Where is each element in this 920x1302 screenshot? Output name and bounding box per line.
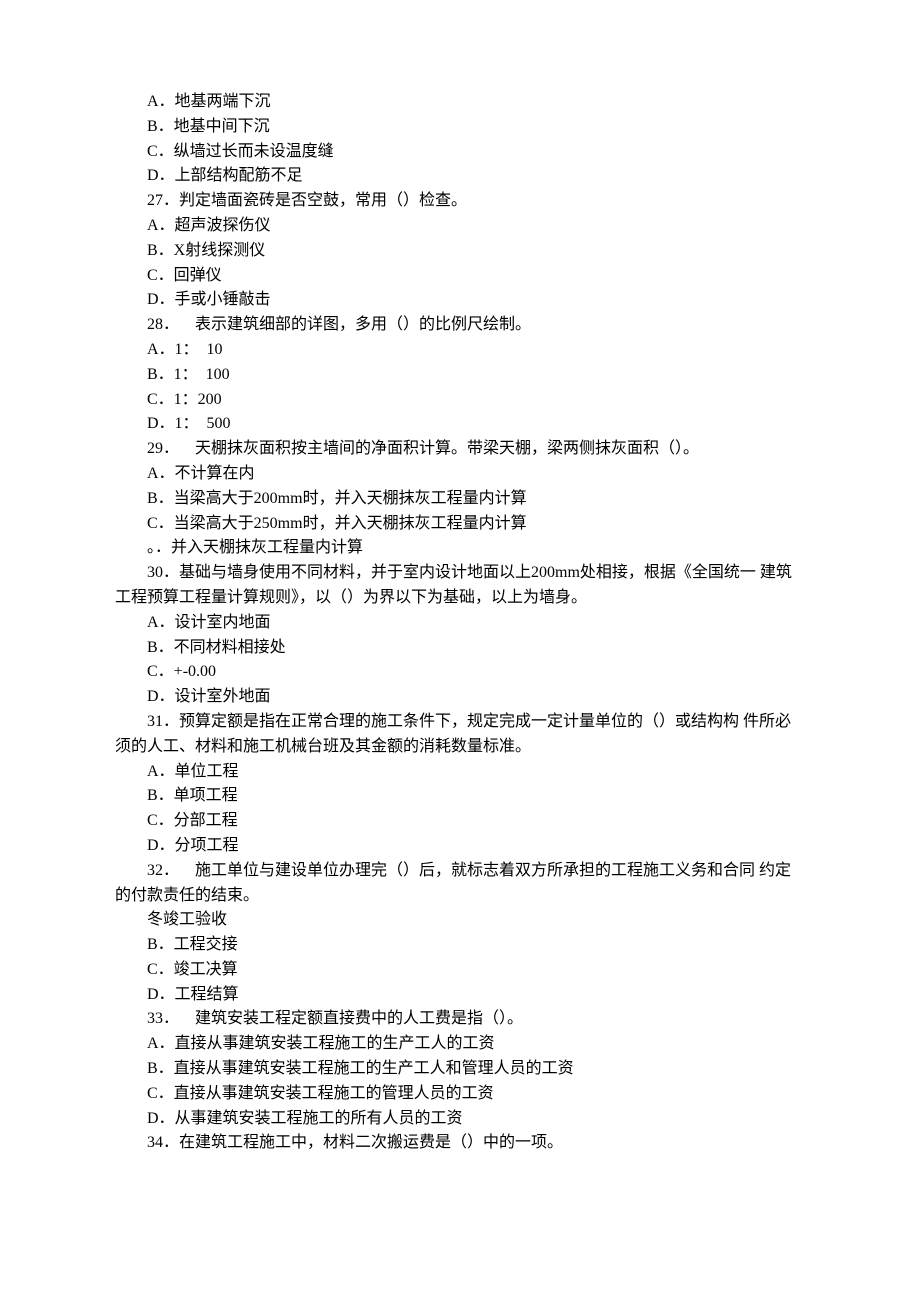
text-line: C．直接从事建筑安装工程施工的管理人员的工资 [115, 1082, 805, 1107]
text-line: 冬竣工验收 [115, 908, 805, 933]
text-line: A．单位工程 [115, 760, 805, 785]
text-line: D．工程结算 [115, 983, 805, 1008]
text-line: C．当梁高大于250mm时，并入天棚抹灰工程量内计算 [115, 512, 805, 537]
text-line: 。．并入天棚抹灰工程量内计算 [115, 536, 805, 561]
text-line: B．单项工程 [115, 784, 805, 809]
text-line: 32． 施工单位与建设单位办理完（）后，就标志着双方所承担的工程施工义务和合同 … [115, 859, 805, 909]
text-line: 34．在建筑工程施工中，材料二次搬运费是（）中的一项。 [115, 1131, 805, 1156]
text-line: D．1： 500 [115, 412, 805, 437]
text-line: B．1： 100 [115, 363, 805, 388]
text-line: 27．判定墙面瓷砖是否空鼓，常用（）检查。 [115, 189, 805, 214]
text-line: C．+-0.00 [115, 660, 805, 685]
text-line: C．竣工决算 [115, 958, 805, 983]
text-line: D．手或小锤敲击 [115, 288, 805, 313]
text-line: D．分项工程 [115, 834, 805, 859]
text-line: 31．预算定额是指在正常合理的施工条件下，规定完成一定计量单位的（）或结构构 件… [115, 710, 805, 760]
text-line: C．回弹仪 [115, 264, 805, 289]
text-line: C．纵墙过长而未设温度缝 [115, 140, 805, 165]
text-line: 29． 天棚抹灰面积按主墙间的净面积计算。带梁天棚，梁两侧抹灰面积（）。 [115, 437, 805, 462]
text-line: B．当梁高大于200mm时，并入天棚抹灰工程量内计算 [115, 487, 805, 512]
text-line: C．1：200 [115, 388, 805, 413]
text-line: B．地基中间下沉 [115, 115, 805, 140]
text-line: A．超声波探伤仪 [115, 214, 805, 239]
text-line: D．从事建筑安装工程施工的所有人员的工资 [115, 1107, 805, 1132]
text-line: A．直接从事建筑安装工程施工的生产工人的工资 [115, 1032, 805, 1057]
text-line: 30．基础与墙身使用不同材料，并于室内设计地面以上200mm处相接，根据《全国统… [115, 561, 805, 611]
text-line: B．不同材料相接处 [115, 636, 805, 661]
text-line: A．地基两端下沉 [115, 90, 805, 115]
text-line: A．不计算在内 [115, 462, 805, 487]
text-line: D．上部结构配筋不足 [115, 164, 805, 189]
document-page: A．地基两端下沉B．地基中间下沉C．纵墙过长而未设温度缝D．上部结构配筋不足27… [0, 0, 920, 1302]
text-line: B．直接从事建筑安装工程施工的生产工人和管理人员的工资 [115, 1057, 805, 1082]
text-line: B．工程交接 [115, 933, 805, 958]
text-line: 33． 建筑安装工程定额直接费中的人工费是指（）。 [115, 1007, 805, 1032]
text-line: A．1： 10 [115, 338, 805, 363]
text-line: B．X射线探测仪 [115, 239, 805, 264]
text-line: A．设计室内地面 [115, 611, 805, 636]
text-line: C．分部工程 [115, 809, 805, 834]
text-line: 28． 表示建筑细部的详图，多用（）的比例尺绘制。 [115, 313, 805, 338]
text-line: D．设计室外地面 [115, 685, 805, 710]
